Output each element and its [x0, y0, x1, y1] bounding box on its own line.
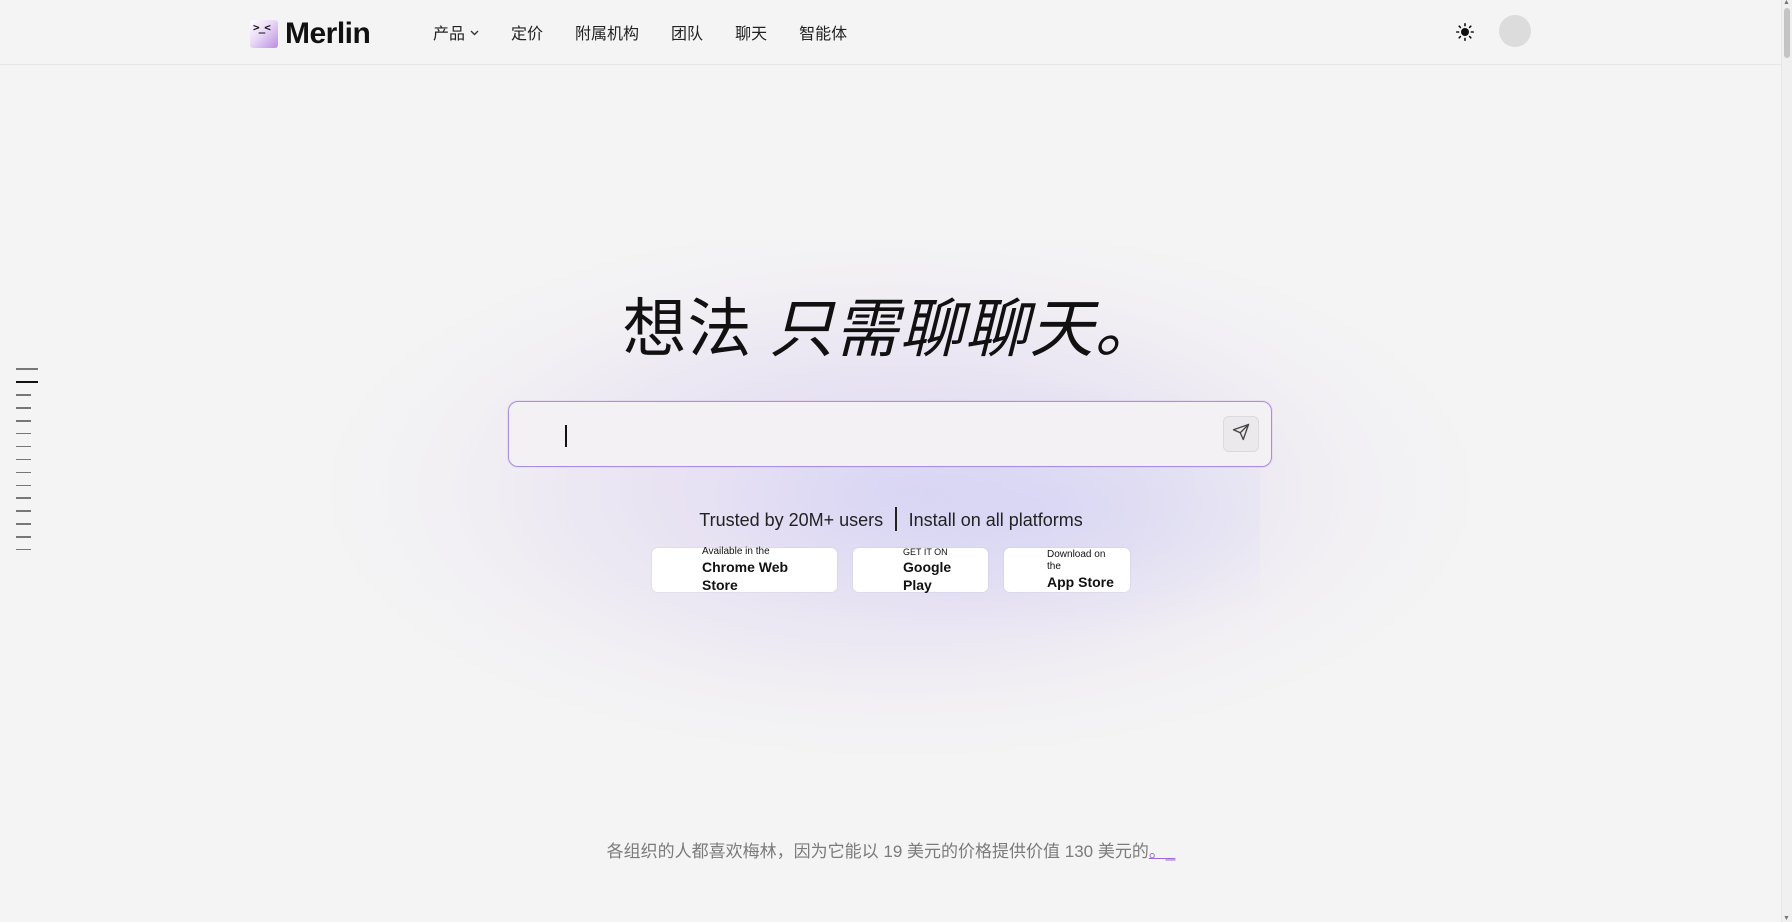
store-badges: Available in the Chrome Web Store GET IT… [0, 546, 1782, 593]
store-badge-title: Chrome Web Store [702, 559, 789, 593]
page-scrollbar[interactable]: ▲ ▼ [1781, 0, 1792, 922]
nav-item-label: 产品 [433, 26, 466, 43]
outline-tick[interactable] [16, 394, 31, 396]
store-badge-caption: Available in the [702, 546, 770, 557]
nav-item-team[interactable]: 团队 [671, 20, 703, 44]
scroll-up-arrow-icon[interactable]: ▲ [1783, 0, 1790, 6]
trusted-users-text: Trusted by 20M+ users [699, 510, 884, 530]
logo-face: >_< [253, 21, 271, 34]
install-platforms-text: Install on all platforms [908, 510, 1083, 530]
outline-tick[interactable] [16, 445, 31, 448]
nav-item-agents[interactable]: 智能体 [799, 20, 847, 44]
chat-prompt-box[interactable] [508, 401, 1272, 468]
send-icon [1232, 423, 1250, 446]
nav-item-label: 团队 [671, 26, 704, 43]
top-navbar: >_< Merlin 产品 定价 附属机构 团队 聊天 智能体 [0, 0, 1782, 65]
hero-heading-regular: 想法 [622, 294, 753, 365]
text-caret [565, 425, 567, 447]
store-badge-title: Google Play [903, 559, 952, 593]
main-nav: 产品 定价 附属机构 团队 聊天 智能体 [433, 20, 879, 44]
nav-item-label: 聊天 [735, 26, 768, 43]
scrollbar-thumb[interactable] [1784, 8, 1790, 58]
outline-tick[interactable] [16, 471, 31, 474]
merlin-logo-icon: >_< [250, 20, 278, 48]
store-badge-caption: GET IT ON [903, 547, 948, 557]
nav-item-label: 附属机构 [575, 26, 640, 43]
outline-tick[interactable] [16, 432, 31, 435]
divider [895, 507, 897, 531]
scroll-down-arrow-icon[interactable]: ▼ [1783, 915, 1790, 922]
outline-tick[interactable] [16, 536, 31, 538]
google-play-button[interactable]: GET IT ON Google Play [853, 547, 988, 593]
page-outline-indicator[interactable] [16, 368, 38, 562]
trust-line: Trusted by 20M+ users Install on all plat… [0, 507, 1782, 531]
theme-toggle-sun-icon[interactable] [1453, 20, 1477, 44]
outline-tick[interactable] [16, 497, 31, 499]
hero-heading: 想法 只需聊聊天。 [0, 278, 1782, 370]
brand-logo[interactable]: >_< Merlin [250, 17, 371, 51]
value-statement-link[interactable]: 。_ [1149, 842, 1175, 861]
brand-name: Merlin [285, 17, 371, 50]
user-avatar[interactable] [1499, 15, 1531, 47]
nav-item-chat[interactable]: 聊天 [735, 20, 767, 44]
outline-tick[interactable] [16, 484, 31, 487]
store-badge-caption: Download on the [1047, 549, 1106, 572]
nav-item-affiliates[interactable]: 附属机构 [575, 20, 639, 44]
chat-input[interactable] [569, 402, 1173, 468]
chevron-down-icon [470, 28, 479, 38]
outline-tick-active[interactable] [16, 380, 38, 383]
nav-item-products[interactable]: 产品 [433, 20, 479, 44]
send-button[interactable] [1223, 416, 1259, 452]
chrome-web-store-button[interactable]: Available in the Chrome Web Store [652, 546, 837, 593]
outline-tick[interactable] [16, 458, 31, 461]
store-badge-title: App Store [1047, 574, 1114, 590]
value-statement-text: 各组织的人都喜欢梅林，因为它能以 19 美元的价格提供价值 130 美元的 [606, 842, 1149, 861]
nav-item-label: 定价 [511, 26, 544, 43]
outline-tick[interactable] [16, 420, 31, 422]
nav-item-label: 智能体 [799, 26, 848, 43]
hero-heading-italic: 只需聊聊天。 [752, 294, 1160, 365]
app-store-button[interactable]: Download on the App Store [1004, 548, 1130, 592]
value-statement: 各组织的人都喜欢梅林，因为它能以 19 美元的价格提供价值 130 美元的。_ [0, 837, 1782, 862]
outline-tick[interactable] [16, 407, 31, 409]
nav-item-pricing[interactable]: 定价 [511, 20, 543, 44]
